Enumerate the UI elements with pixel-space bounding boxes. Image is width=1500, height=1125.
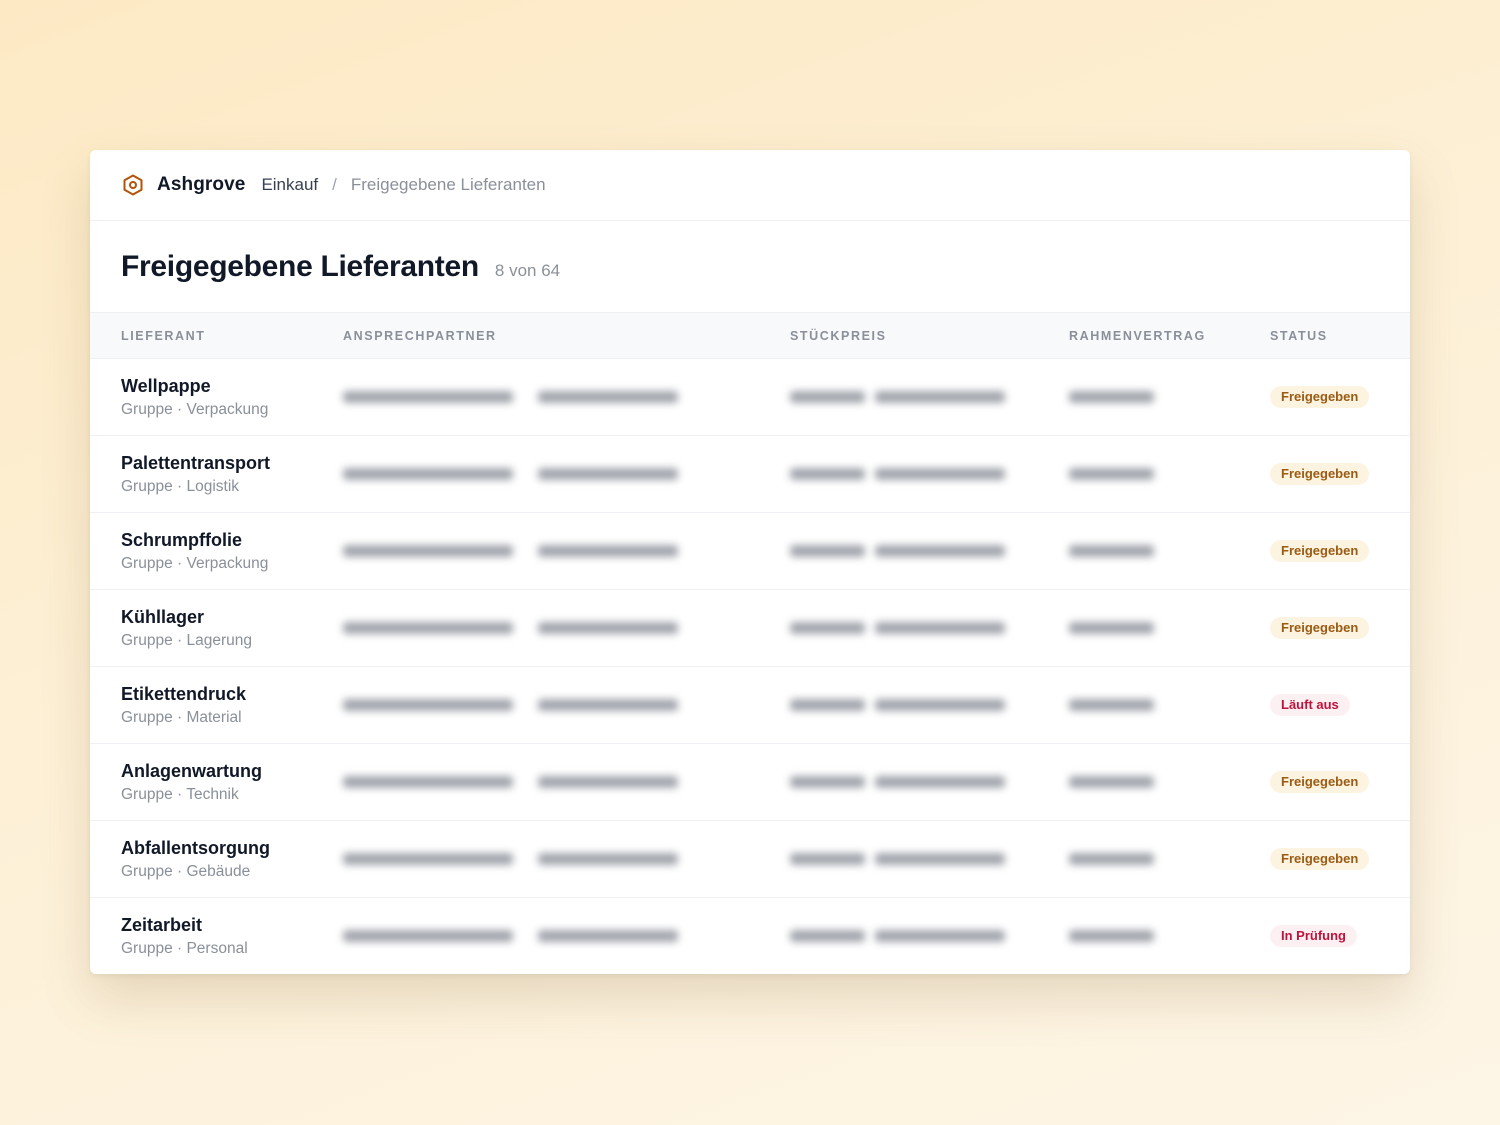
supplier-group: Gruppe · Material: [121, 709, 242, 726]
table-row[interactable]: Zeitarbeit Gruppe · Personal In Prüfung: [90, 898, 1410, 974]
brand-name[interactable]: Ashgrove: [157, 174, 245, 196]
status-badge: Freigegeben: [1270, 386, 1370, 408]
status-badge: Freigegeben: [1270, 848, 1370, 870]
blurred-contact: [343, 928, 723, 944]
blurred-contact: [343, 697, 723, 713]
table-row[interactable]: Kühllager Gruppe · Lagerung Freigegeben: [90, 590, 1410, 667]
blurred-unit-price: [790, 697, 1020, 713]
supplier-name[interactable]: Wellpappe: [121, 376, 211, 397]
blurred-framework-contract: [1069, 389, 1169, 405]
supplier-name[interactable]: Anlagenwartung: [121, 761, 262, 782]
status-badge: Freigegeben: [1270, 771, 1370, 793]
breadcrumb-parent[interactable]: Einkauf: [261, 175, 318, 195]
status-badge: Freigegeben: [1270, 463, 1370, 485]
breadcrumb-current: Freigegebene Lieferanten: [350, 175, 546, 194]
table-row[interactable]: Abfallentsorgung Gruppe · Gebäude Freigege…: [90, 821, 1410, 898]
blurred-unit-price: [790, 620, 1020, 636]
hexagon-icon[interactable]: [121, 173, 145, 197]
table-row[interactable]: Wellpappe Gruppe · Verpackung Freigegeben: [90, 359, 1410, 436]
blurred-contact: [343, 466, 723, 482]
supplier-name[interactable]: Schrumpffolie: [121, 530, 242, 551]
table-row[interactable]: Schrumpffolie Gruppe · Verpackung Freigege…: [90, 513, 1410, 590]
status-badge: Läuft aus: [1270, 694, 1350, 716]
blurred-framework-contract: [1069, 851, 1169, 867]
column-header-ansprechpartner[interactable]: ANSPRECHPARTNER: [343, 329, 497, 343]
table-row[interactable]: Etikettendruck Gruppe · Material Läuft aus: [90, 667, 1410, 744]
supplier-group: Gruppe · Technik: [121, 786, 239, 803]
supplier-name[interactable]: Abfallentsorgung: [121, 838, 270, 859]
blurred-framework-contract: [1069, 697, 1169, 713]
blurred-unit-price: [790, 543, 1020, 559]
blurred-unit-price: [790, 928, 1020, 944]
blurred-contact: [343, 389, 723, 405]
blurred-framework-contract: [1069, 620, 1169, 636]
status-badge: In Prüfung: [1270, 925, 1357, 947]
blurred-contact: [343, 543, 723, 559]
supplier-group: Gruppe · Lagerung: [121, 632, 252, 649]
blurred-framework-contract: [1069, 543, 1169, 559]
supplier-group: Gruppe · Verpackung: [121, 401, 269, 418]
blurred-unit-price: [790, 774, 1020, 790]
column-header-stueckpreis[interactable]: STÜCKPREIS: [790, 329, 887, 343]
title-bar: Freigegebene Lieferanten 8 von 64: [90, 221, 1410, 312]
top-bar: Ashgrove Einkauf / Freigegebene Lieferan…: [90, 150, 1410, 221]
table-body: Wellpappe Gruppe · Verpackung Freigegeben P…: [90, 359, 1410, 974]
supplier-group: Gruppe · Gebäude: [121, 863, 251, 880]
page-title: Freigegebene Lieferanten: [121, 249, 479, 283]
supplier-name[interactable]: Zeitarbeit: [121, 915, 202, 936]
blurred-unit-price: [790, 389, 1020, 405]
blurred-unit-price: [790, 466, 1020, 482]
supplier-group: Gruppe · Verpackung: [121, 555, 269, 572]
blurred-contact: [343, 774, 723, 790]
supplier-group: Gruppe · Logistik: [121, 478, 240, 495]
supplier-name[interactable]: Palettentransport: [121, 453, 270, 474]
column-header-rahmenvertrag[interactable]: RAHMENVERTRAG: [1069, 329, 1206, 343]
blurred-framework-contract: [1069, 928, 1169, 944]
blurred-framework-contract: [1069, 466, 1169, 482]
column-header-status[interactable]: STATUS: [1270, 329, 1328, 343]
blurred-contact: [343, 851, 723, 867]
supplier-name[interactable]: Kühllager: [121, 607, 204, 628]
status-badge: Freigegeben: [1270, 540, 1370, 562]
blurred-unit-price: [790, 851, 1020, 867]
blurred-framework-contract: [1069, 774, 1169, 790]
supplier-card: Ashgrove Einkauf / Freigegebene Lieferan…: [90, 150, 1410, 974]
supplier-group: Gruppe · Personal: [121, 940, 248, 957]
status-badge: Freigegeben: [1270, 617, 1370, 639]
table-row[interactable]: Palettentransport Gruppe · Logistik Freige…: [90, 436, 1410, 513]
table-row[interactable]: Anlagenwartung Gruppe · Technik Freigegebe…: [90, 744, 1410, 821]
breadcrumb-separator: /: [332, 175, 337, 194]
result-count: 8 von 64: [494, 260, 561, 280]
supplier-name[interactable]: Etikettendruck: [121, 684, 246, 705]
blurred-contact: [343, 620, 723, 636]
table-header: LIEFERANT ANSPRECHPARTNER STÜCKPREIS RAH…: [90, 312, 1410, 359]
column-header-lieferant[interactable]: LIEFERANT: [121, 329, 206, 343]
